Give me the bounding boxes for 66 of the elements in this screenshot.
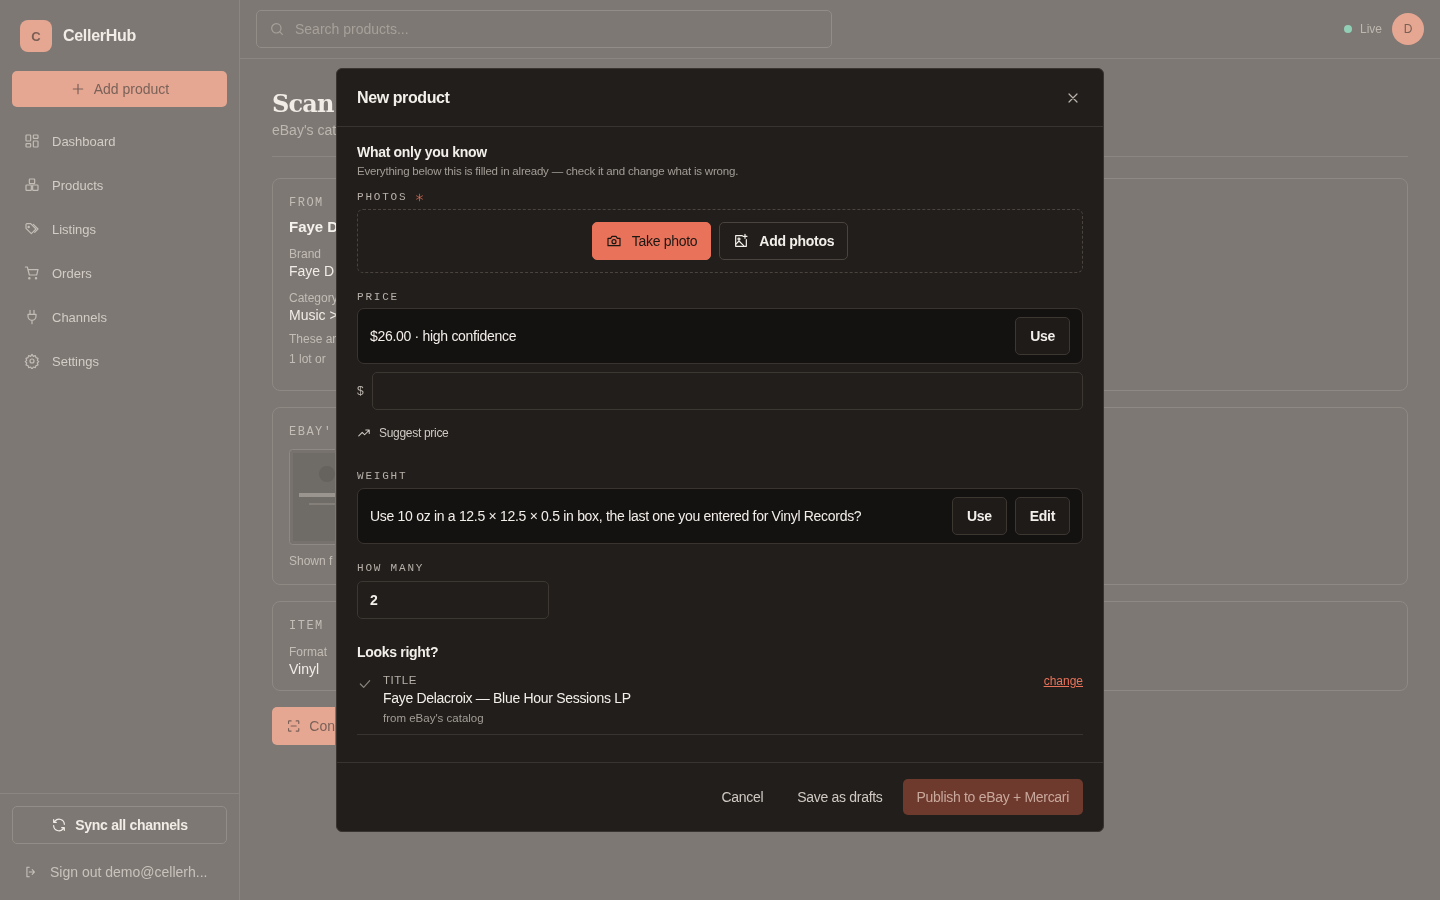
take-photo-button[interactable]: Take photo: [591, 222, 712, 260]
review-value: Faye Delacroix — Blue Hour Sessions LP: [383, 690, 632, 706]
sidebar-item[interactable]: Products: [12, 163, 227, 207]
sidebar-item[interactable]: Channels: [12, 295, 227, 339]
settings-icon: [24, 353, 40, 369]
price-input[interactable]: [371, 372, 1083, 410]
tags-icon: [24, 221, 40, 237]
use-button[interactable]: Use: [1015, 317, 1070, 355]
sidebar-item[interactable]: Listings: [12, 207, 227, 251]
field-value: Faye D: [289, 263, 335, 279]
dashboard-icon: [24, 133, 40, 149]
cart-icon: [24, 265, 40, 281]
section-heading: What only you know: [357, 144, 488, 160]
modal-title: New product: [357, 88, 450, 107]
search-icon: [269, 21, 285, 37]
card-note: Shown f: [289, 554, 333, 568]
status-label: Live: [1360, 22, 1382, 36]
field-label: Format: [289, 645, 327, 659]
card-label: EBAY': [289, 425, 333, 439]
status-dot: [1344, 25, 1352, 33]
sign-out-icon: [24, 865, 38, 879]
suggest-price-link[interactable]: Suggest price: [357, 426, 449, 440]
edit-button[interactable]: Edit: [1014, 497, 1070, 535]
field-label: PRICE: [357, 291, 399, 303]
camera-icon: [605, 233, 622, 249]
suggestion-text: Use 10 oz in a 12.5 × 12.5 × 0.5 in box, the last one you entered for Vinyl Records?: [370, 508, 863, 524]
field-label: HOW MANY: [357, 562, 425, 574]
trend-up-icon: [357, 426, 371, 440]
add-photos-button[interactable]: Add photos: [719, 222, 849, 260]
plug-icon: [24, 309, 40, 325]
add-product-button[interactable]: Add product: [12, 71, 227, 107]
scan-icon: [286, 718, 302, 734]
image-add-icon: [733, 233, 750, 249]
page-title: Scan: [272, 89, 334, 118]
sidebar-item[interactable]: Settings: [12, 339, 227, 383]
card-note: These ar: [289, 332, 337, 346]
cancel-button[interactable]: Cancel: [707, 779, 778, 815]
sidebar-item[interactable]: Orders: [12, 251, 227, 295]
field-label: Brand: [289, 247, 322, 261]
sidebar-item[interactable]: Dashboard: [12, 119, 227, 163]
user-avatar[interactable]: D: [1392, 13, 1424, 45]
section-heading: Looks right?: [357, 644, 440, 660]
currency-label: $: [357, 384, 364, 398]
card-note: 1 lot or: [289, 352, 326, 366]
card-label: ITEM: [289, 619, 324, 633]
review-label: TITLE: [383, 674, 418, 686]
boxes-icon: [24, 177, 40, 193]
suggestion-text: $26.00 · high confidence: [370, 328, 518, 344]
use-button[interactable]: Use: [951, 497, 1007, 535]
sign-out-link[interactable]: Sign out demo@cellerh...: [12, 844, 227, 900]
section-description: Everything below this is filled in already — check it and change what is wrong.: [357, 165, 740, 177]
logo-icon: C: [20, 20, 52, 52]
quantity-input[interactable]: 2: [357, 581, 549, 619]
refresh-icon: [51, 817, 68, 833]
sync-button[interactable]: Sync all channels: [12, 806, 227, 844]
review-source: from eBay's catalog: [383, 712, 485, 724]
confirm-button[interactable]: Con: [272, 707, 335, 745]
field-label: PHOTOS: [357, 191, 408, 203]
change-link[interactable]: change: [1043, 674, 1083, 688]
app-name: CellerHub: [63, 27, 136, 45]
field-label: Category: [289, 291, 338, 305]
field-label: WEIGHT: [357, 470, 408, 482]
card-label: FROM: [289, 196, 324, 210]
photo-drop-zone[interactable]: Take photo Add photos: [357, 209, 1083, 273]
page-subtitle: eBay's cat: [272, 122, 337, 138]
save-drafts-button[interactable]: Save as drafts: [783, 779, 897, 815]
